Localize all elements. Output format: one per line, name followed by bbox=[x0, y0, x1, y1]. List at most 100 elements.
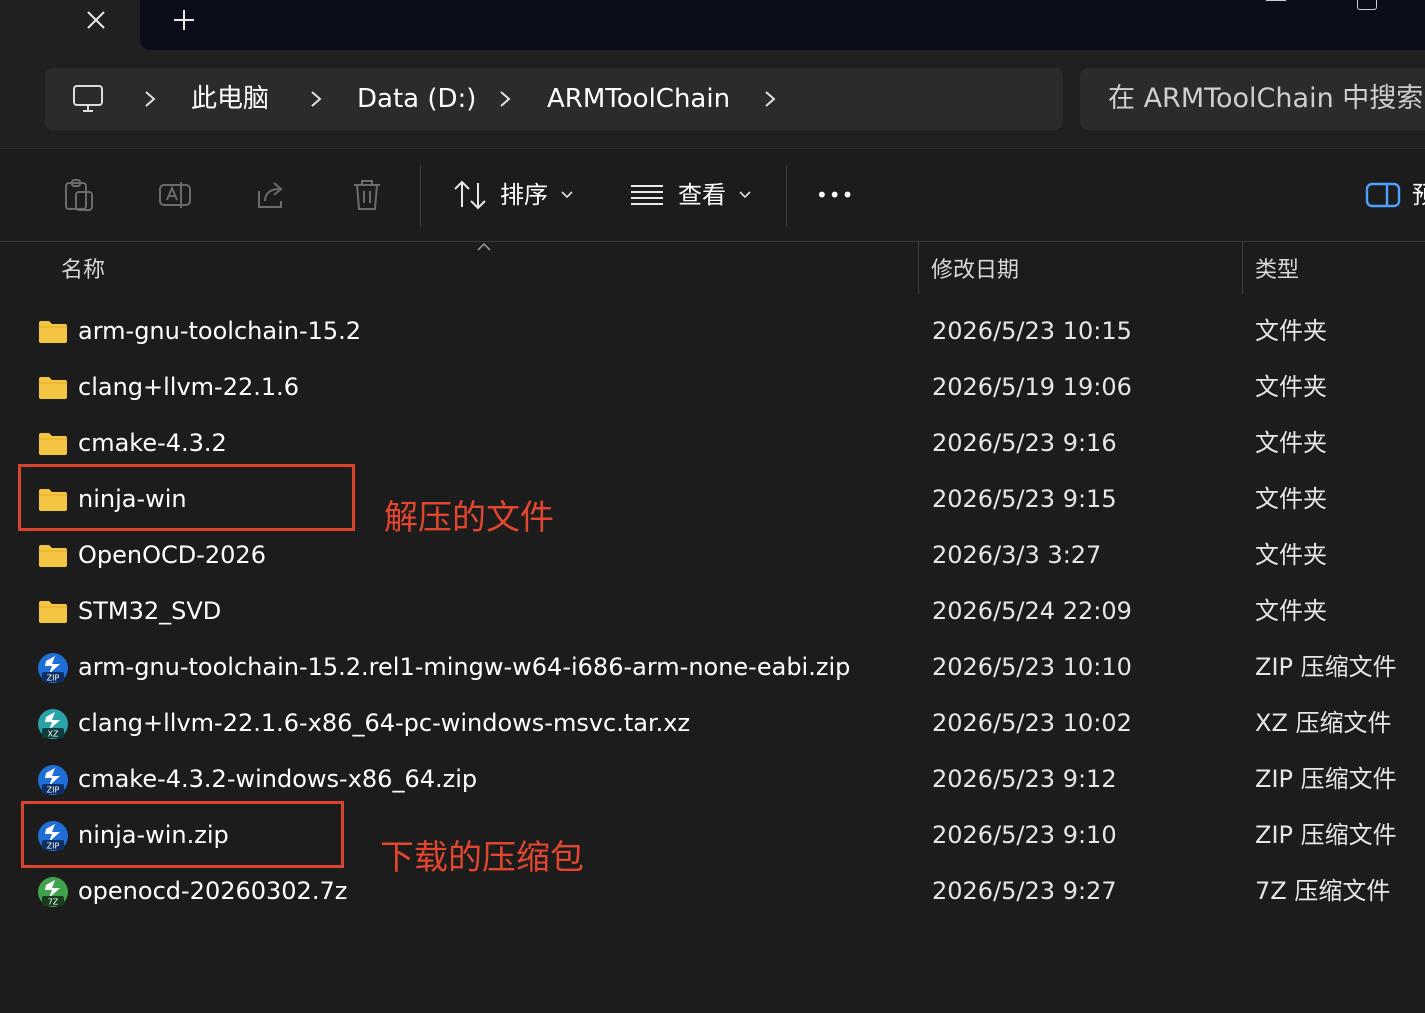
file-row[interactable]: ZIP cmake-4.3.2-windows-x86_64.zip 2026/… bbox=[0, 751, 1425, 807]
column-divider[interactable] bbox=[918, 242, 919, 294]
file-date: 2026/5/23 10:10 bbox=[932, 653, 1132, 681]
highlight-box-extracted bbox=[18, 464, 355, 531]
computer-icon[interactable] bbox=[71, 82, 105, 116]
file-name: OpenOCD-2026 bbox=[78, 541, 266, 569]
chevron-right-icon[interactable] bbox=[309, 89, 323, 109]
file-name: arm-gnu-toolchain-15.2.rel1-mingw-w64-i6… bbox=[78, 653, 851, 681]
delete-icon[interactable] bbox=[349, 177, 385, 213]
file-name: cmake-4.3.2-windows-x86_64.zip bbox=[78, 765, 478, 793]
preview-pane-icon[interactable] bbox=[1365, 177, 1401, 213]
folder-icon bbox=[39, 433, 67, 455]
file-type: 文件夹 bbox=[1255, 429, 1327, 457]
file-row[interactable]: cmake-4.3.2 2026/5/23 9:16 文件夹 bbox=[0, 415, 1425, 471]
file-row[interactable]: ZIP arm-gnu-toolchain-15.2.rel1-mingw-w6… bbox=[0, 639, 1425, 695]
file-date: 2026/5/23 10:02 bbox=[932, 709, 1132, 737]
highlight-box-downloaded bbox=[21, 801, 344, 868]
view-button[interactable]: 查看 bbox=[678, 177, 726, 213]
file-row[interactable]: XZ clang+llvm-22.1.6-x86_64-pc-windows-m… bbox=[0, 695, 1425, 751]
chevron-down-icon[interactable] bbox=[561, 191, 573, 199]
crumb-armtoolchain[interactable]: ARMToolChain bbox=[547, 68, 730, 130]
file-name: STM32_SVD bbox=[78, 597, 222, 625]
file-date: 2026/5/23 9:10 bbox=[932, 821, 1117, 849]
file-badge: ZIP bbox=[47, 674, 60, 683]
file-date: 2026/5/23 10:15 bbox=[932, 317, 1132, 345]
plus-icon bbox=[174, 10, 194, 30]
search-input[interactable]: 在 ARMToolChain 中搜索 bbox=[1080, 68, 1425, 130]
file-row[interactable]: 7Z openocd-20260302.7z 2026/5/23 9:27 7Z… bbox=[0, 863, 1425, 919]
column-headers: 名称 修改日期 类型 bbox=[0, 242, 1425, 294]
file-row[interactable]: arm-gnu-toolchain-15.2 2026/5/23 10:15 文… bbox=[0, 303, 1425, 359]
chevron-right-icon[interactable] bbox=[498, 89, 512, 109]
file-date: 2026/5/23 9:27 bbox=[932, 877, 1117, 905]
file-type: 文件夹 bbox=[1255, 597, 1327, 625]
command-bar: 排序 查看 ••• 预 bbox=[0, 149, 1425, 242]
rename-icon[interactable] bbox=[157, 177, 193, 213]
file-type: ZIP 压缩文件 bbox=[1255, 765, 1397, 793]
chevron-down-icon[interactable] bbox=[739, 191, 751, 199]
paste-icon[interactable] bbox=[61, 177, 97, 213]
file-badge: ZIP bbox=[47, 786, 60, 795]
file-type: 7Z 压缩文件 bbox=[1255, 877, 1391, 905]
crumb-this-pc[interactable]: 此电脑 bbox=[191, 68, 269, 130]
file-type: 文件夹 bbox=[1255, 541, 1327, 569]
close-icon bbox=[87, 11, 105, 29]
chevron-right-icon[interactable] bbox=[143, 89, 157, 109]
maximize-button[interactable] bbox=[1357, 0, 1377, 10]
file-type: ZIP 压缩文件 bbox=[1255, 653, 1397, 681]
column-header-type[interactable]: 类型 bbox=[1255, 252, 1299, 284]
folder-icon bbox=[39, 545, 67, 567]
file-type: 文件夹 bbox=[1255, 485, 1327, 513]
file-name: clang+llvm-22.1.6-x86_64-pc-windows-msvc… bbox=[78, 709, 691, 737]
sort-button[interactable]: 排序 bbox=[500, 177, 548, 213]
file-name: clang+llvm-22.1.6 bbox=[78, 373, 300, 401]
search-placeholder: 在 ARMToolChain 中搜索 bbox=[1108, 83, 1424, 114]
file-date: 2026/5/23 9:12 bbox=[932, 765, 1117, 793]
file-date: 2026/3/3 3:27 bbox=[932, 541, 1102, 569]
file-date: 2026/5/23 9:15 bbox=[932, 485, 1117, 513]
share-icon[interactable] bbox=[253, 177, 289, 213]
chevron-right-icon[interactable] bbox=[763, 89, 777, 109]
file-date: 2026/5/23 9:16 bbox=[932, 429, 1117, 457]
file-name: arm-gnu-toolchain-15.2 bbox=[78, 317, 362, 345]
breadcrumb[interactable]: 此电脑 Data (D:) ARMToolChain bbox=[45, 68, 1063, 130]
file-type: XZ 压缩文件 bbox=[1255, 709, 1392, 737]
zip-archive-icon: ZIP bbox=[38, 765, 68, 795]
sort-ascending-icon bbox=[477, 242, 491, 251]
7z-archive-icon: 7Z bbox=[38, 877, 68, 907]
file-badge: 7Z bbox=[48, 898, 59, 907]
xz-archive-icon: XZ bbox=[38, 709, 68, 739]
file-date: 2026/5/24 22:09 bbox=[932, 597, 1132, 625]
file-row[interactable]: OpenOCD-2026 2026/3/3 3:27 文件夹 bbox=[0, 527, 1425, 583]
more-options-button[interactable]: ••• bbox=[816, 177, 854, 213]
file-badge: XZ bbox=[48, 730, 59, 739]
file-name: cmake-4.3.2 bbox=[78, 429, 227, 457]
toolbar-separator bbox=[420, 165, 421, 227]
title-bar bbox=[0, 0, 1425, 50]
view-icon[interactable] bbox=[629, 177, 665, 213]
file-row[interactable]: STM32_SVD 2026/5/24 22:09 文件夹 bbox=[0, 583, 1425, 639]
zip-archive-icon: ZIP bbox=[38, 653, 68, 683]
column-header-name[interactable]: 名称 bbox=[61, 252, 105, 284]
folder-icon bbox=[39, 601, 67, 623]
title-bar-fill bbox=[140, 0, 1425, 50]
toolbar-separator bbox=[786, 165, 787, 227]
column-header-date[interactable]: 修改日期 bbox=[931, 252, 1019, 284]
crumb-data-drive[interactable]: Data (D:) bbox=[357, 68, 476, 130]
sort-icon[interactable] bbox=[452, 177, 488, 213]
close-tab-button[interactable] bbox=[74, 0, 118, 40]
column-divider[interactable] bbox=[1242, 242, 1243, 294]
file-date: 2026/5/19 19:06 bbox=[932, 373, 1132, 401]
folder-icon bbox=[39, 321, 67, 343]
preview-button[interactable]: 预 bbox=[1412, 177, 1425, 213]
address-row: 此电脑 Data (D:) ARMToolChain 在 ARMToolChai… bbox=[0, 50, 1425, 149]
file-type: 文件夹 bbox=[1255, 317, 1327, 345]
new-tab-button[interactable] bbox=[162, 0, 206, 40]
file-type: 文件夹 bbox=[1255, 373, 1327, 401]
annotation-extracted: 解压的文件 bbox=[384, 498, 554, 538]
minimize-button[interactable] bbox=[1266, 0, 1286, 4]
file-name: openocd-20260302.7z bbox=[78, 877, 348, 905]
file-type: ZIP 压缩文件 bbox=[1255, 821, 1397, 849]
annotation-downloaded: 下载的压缩包 bbox=[380, 838, 584, 878]
file-row[interactable]: clang+llvm-22.1.6 2026/5/19 19:06 文件夹 bbox=[0, 359, 1425, 415]
folder-icon bbox=[39, 377, 67, 399]
